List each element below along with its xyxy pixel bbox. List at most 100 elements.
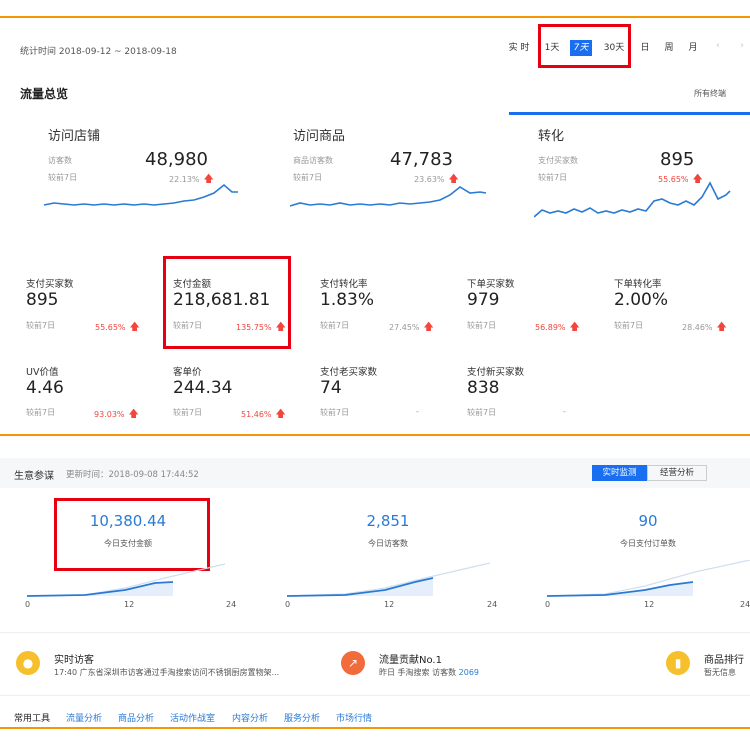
metric-value: 979 <box>467 290 500 310</box>
highlight-box-range <box>538 24 631 68</box>
stat-value-visitors: 2,851 <box>366 512 410 530</box>
next-icon[interactable]: › <box>740 40 744 51</box>
stat-label-visitors: 今日访客数 <box>368 539 408 548</box>
tool-link-traffic[interactable]: 流量分析 <box>66 711 102 724</box>
bar-chart-icon: ▮ <box>666 651 690 675</box>
metric-value: 838 <box>467 378 500 398</box>
metric-pct: 28.46% 🡅 <box>682 322 727 333</box>
active-card-indicator <box>509 112 750 115</box>
divider <box>0 695 750 696</box>
tab-operation[interactable]: 经营分析 <box>647 465 707 481</box>
axis-label: 24 <box>740 600 750 609</box>
feed-title-traffic[interactable]: 流量贡献No.1 <box>379 651 442 666</box>
feed-text-traffic: 昨日 手淘搜索 访客数 2069 <box>379 668 479 677</box>
feed-title-visitor[interactable]: 实时访客 <box>54 651 94 666</box>
feed-title-ranking[interactable]: 商品排行 <box>704 651 744 666</box>
up-arrow-icon: 🡅 <box>569 322 580 333</box>
terminal-select[interactable]: 所有终端 <box>694 88 726 99</box>
metric-pct: 27.45% 🡅 <box>389 322 434 333</box>
metric-label: 客单价 <box>173 367 202 378</box>
frame-bottom-line <box>0 727 750 729</box>
range-day[interactable]: 日 <box>638 40 652 56</box>
metric-compare: 较前7日 <box>467 321 497 330</box>
metric-value: 895 <box>26 290 59 310</box>
up-arrow-icon: 🡅 <box>275 409 286 420</box>
overview-title: 流量总览 <box>20 87 69 101</box>
frame-top-line <box>0 16 750 18</box>
metric-compare: 较前7日 <box>320 408 350 417</box>
today-payment-chart <box>26 563 226 597</box>
metric-value: 74 <box>320 378 342 398</box>
sparkline-product <box>289 186 487 207</box>
traffic-count[interactable]: 2069 <box>459 668 479 677</box>
tools-title: 常用工具 <box>14 714 51 724</box>
metric-compare: 较前7日 <box>26 321 56 330</box>
tab-realtime[interactable]: 实时监测 <box>592 465 647 481</box>
card-label-store: 访客数 <box>48 156 72 165</box>
update-time: 更新时间：2018-09-08 17:44:52 <box>66 470 199 480</box>
tool-link-product[interactable]: 商品分析 <box>118 711 154 724</box>
axis-label: 12 <box>644 600 655 609</box>
up-arrow-icon: 🡅 <box>716 322 727 333</box>
axis-label: 24 <box>226 600 237 609</box>
metric-value: 2.00% <box>614 290 669 310</box>
card-title-store: 访问店铺 <box>48 129 101 144</box>
highlight-box-payment <box>163 256 291 349</box>
metric-label: 下单买家数 <box>467 279 515 290</box>
up-arrow-icon: 🡅 <box>129 322 140 333</box>
tool-link-service[interactable]: 服务分析 <box>284 711 320 724</box>
metric-label: 支付转化率 <box>320 279 368 290</box>
metric-label: 下单转化率 <box>614 279 662 290</box>
metric-pct: - <box>563 407 566 416</box>
metric-pct: 93.03% 🡅 <box>94 409 139 420</box>
range-month[interactable]: 月 <box>686 40 700 56</box>
metric-label: 支付新买家数 <box>467 367 525 378</box>
card-value-product: 47,783 <box>390 149 453 170</box>
metric-label: 支付买家数 <box>26 279 74 290</box>
axis-label: 12 <box>384 600 395 609</box>
card-title-product: 访问商品 <box>293 129 346 144</box>
business-title: 生意参谋 <box>14 471 54 482</box>
range-realtime[interactable]: 实 时 <box>507 40 531 56</box>
card-label-conversion: 支付买家数 <box>538 156 578 165</box>
divider <box>0 632 750 633</box>
up-arrow-icon: 🡅 <box>128 409 139 420</box>
metric-compare: 较前7日 <box>173 408 203 417</box>
metric-compare: 较前7日 <box>614 321 644 330</box>
axis-label: 24 <box>487 600 498 609</box>
metric-compare: 较前7日 <box>26 408 56 417</box>
metric-compare: 较前7日 <box>320 321 350 330</box>
today-orders-chart <box>546 560 750 597</box>
metric-compare: 较前7日 <box>467 408 497 417</box>
metric-pct: 55.65% 🡅 <box>95 322 140 333</box>
sparkline-store <box>43 183 238 206</box>
date-range-text: 统计时间 2018-09-12 ~ 2018-09-18 <box>20 47 177 57</box>
trend-icon: ↗ <box>341 651 365 675</box>
frame-mid-line <box>0 434 750 436</box>
axis-label: 0 <box>545 600 551 609</box>
card-label-product: 商品访客数 <box>293 156 333 165</box>
feed-text-ranking: 暂无信息 <box>704 668 736 677</box>
feed-text-visitor: 17:40 广东省深圳市访客通过手淘搜索访问不锈钢厨房置物架... <box>54 668 280 677</box>
metric-pct: 51.46% 🡅 <box>241 409 286 420</box>
today-visitors-chart <box>286 562 491 597</box>
axis-label: 12 <box>124 600 135 609</box>
metric-value: 244.34 <box>173 378 233 398</box>
stat-value-orders: 90 <box>638 512 658 530</box>
prev-icon[interactable]: ‹ <box>716 40 720 51</box>
metric-pct: 56.89% 🡅 <box>535 322 580 333</box>
tool-link-market[interactable]: 市场行情 <box>336 711 372 724</box>
tool-link-content[interactable]: 内容分析 <box>232 711 268 724</box>
axis-label: 0 <box>285 600 291 609</box>
sparkline-conversion <box>534 181 731 218</box>
metric-label: UV价值 <box>26 367 59 378</box>
metric-value: 4.46 <box>26 378 64 398</box>
tool-link-activity[interactable]: 活动作战室 <box>170 711 215 724</box>
up-arrow-icon: 🡅 <box>423 322 434 333</box>
metric-value: 1.83% <box>320 290 375 310</box>
metric-label: 支付老买家数 <box>320 367 378 378</box>
range-week[interactable]: 周 <box>662 40 676 56</box>
axis-label: 0 <box>25 600 31 609</box>
card-value-conversion: 895 <box>660 149 695 170</box>
visitor-icon: ● <box>16 651 40 675</box>
